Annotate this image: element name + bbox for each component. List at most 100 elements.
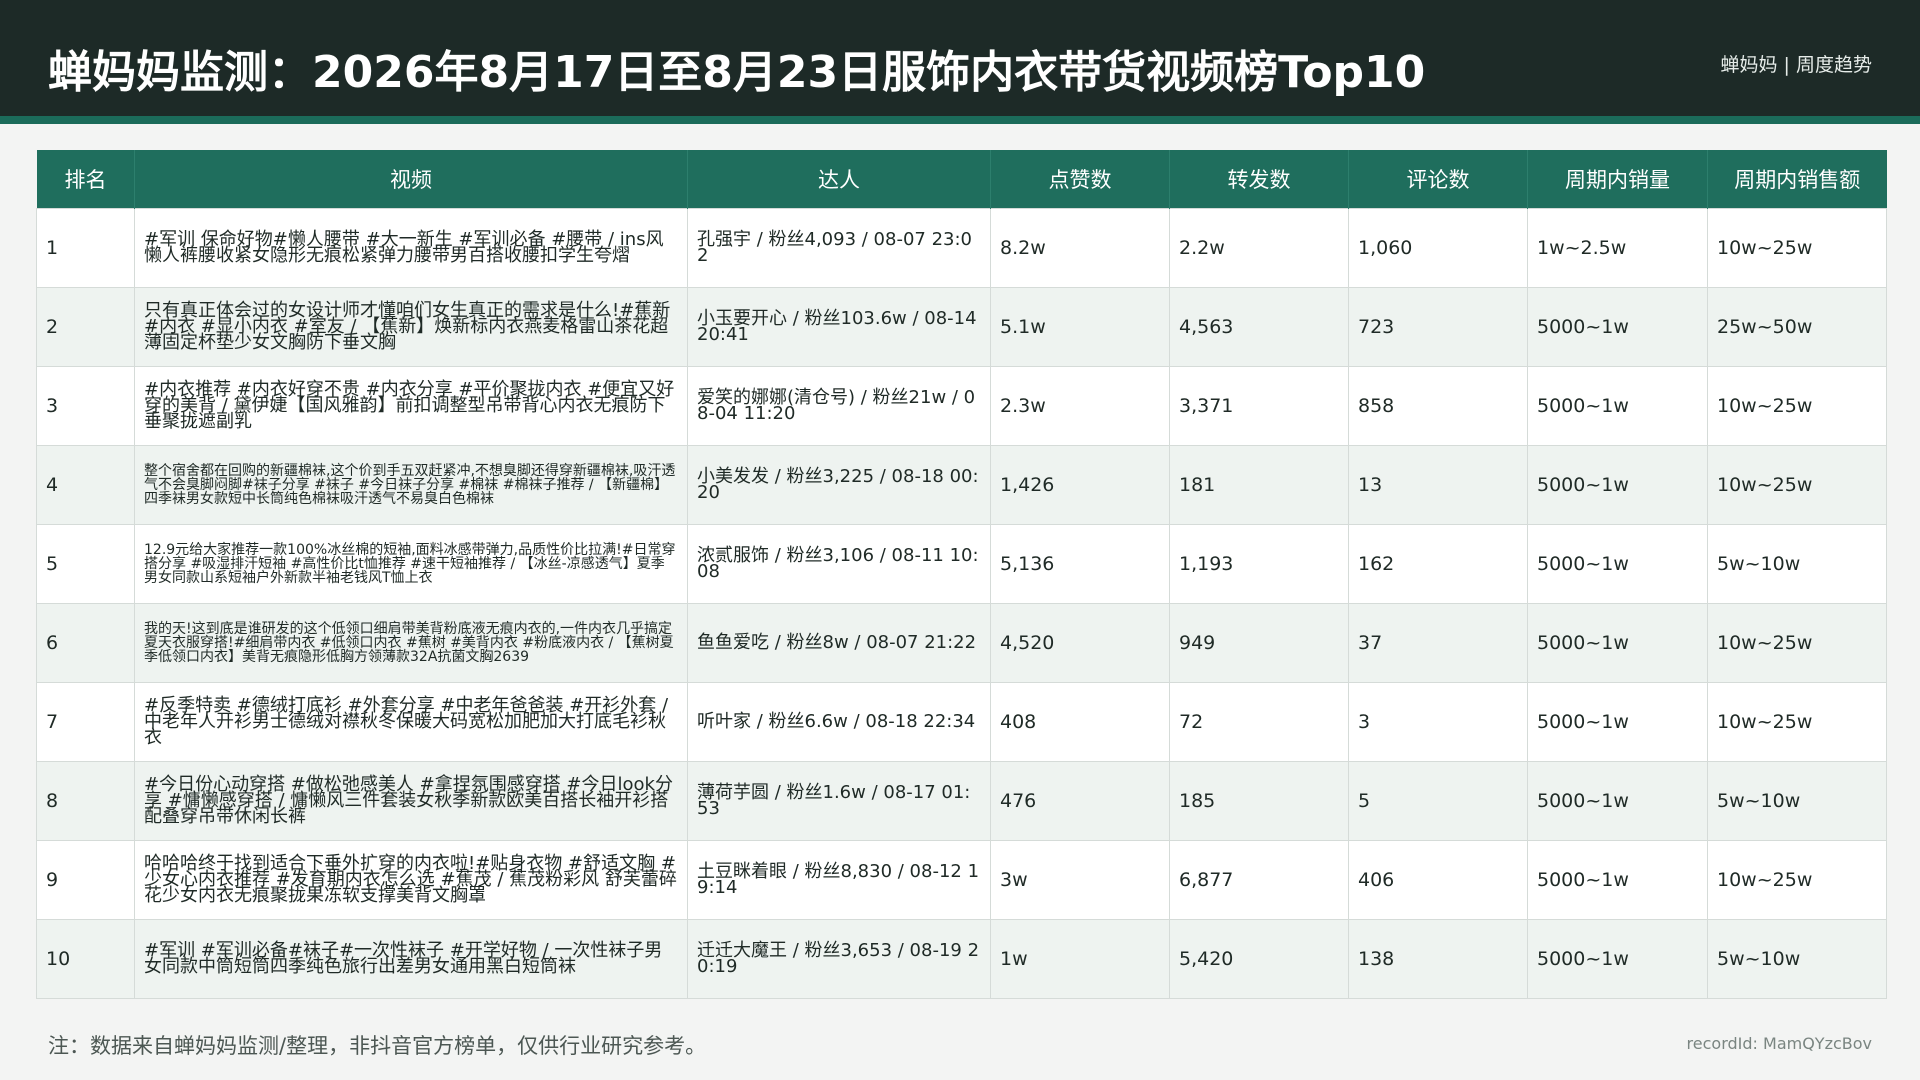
column-header-sales: 周期内销量 <box>1527 150 1708 208</box>
table-row: 10 #军训 #军训必备#袜子#一次性袜子 #开学好物 / 一次性袜子男女同款中… <box>36 918 1887 999</box>
likes-cell: 8.2w <box>990 207 1170 288</box>
comments-cell: 3 <box>1348 681 1528 762</box>
revenue-cell: 5w~10w <box>1707 760 1887 841</box>
shares-cell: 5,420 <box>1169 918 1349 999</box>
comments-cell: 37 <box>1348 602 1528 683</box>
video-title-cell[interactable]: 哈哈哈终于找到适合下垂外扩穿的内衣啦!#贴身衣物 #舒适文胸 #少女心内衣推荐 … <box>134 839 688 920</box>
sales-cell: 5000~1w <box>1527 918 1708 999</box>
revenue-cell: 10w~25w <box>1707 681 1887 762</box>
rank-cell: 6 <box>36 602 135 683</box>
rank-cell: 1 <box>36 207 135 288</box>
comments-cell: 5 <box>1348 760 1528 841</box>
sales-cell: 5000~1w <box>1527 681 1708 762</box>
column-header-shares: 转发数 <box>1169 150 1349 208</box>
comments-cell: 138 <box>1348 918 1528 999</box>
sales-cell: 1w~2.5w <box>1527 207 1708 288</box>
expert-cell[interactable]: 鱼鱼爱吃 / 粉丝8w / 08-07 21:22 <box>687 602 991 683</box>
revenue-cell: 10w~25w <box>1707 444 1887 525</box>
sales-cell: 5000~1w <box>1527 365 1708 446</box>
likes-cell: 4,520 <box>990 602 1170 683</box>
likes-cell: 1,426 <box>990 444 1170 525</box>
sales-cell: 5000~1w <box>1527 523 1708 604</box>
rank-cell: 3 <box>36 365 135 446</box>
video-title-cell[interactable]: 整个宿舍都在回购的新疆棉袜,这个价到手五双赶紧冲,不想臭脚还得穿新疆棉袜,吸汗透… <box>134 444 688 525</box>
comments-cell: 858 <box>1348 365 1528 446</box>
record-id: recordId: MamQYzcBov <box>1686 1034 1872 1053</box>
sales-cell: 5000~1w <box>1527 602 1708 683</box>
expert-cell[interactable]: 迁迁大魔王 / 粉丝3,653 / 08-19 20:19 <box>687 918 991 999</box>
rank-cell: 4 <box>36 444 135 525</box>
column-header-expert: 达人 <box>687 150 991 208</box>
video-title-cell[interactable]: #内衣推荐 #内衣好穿不贵 #内衣分享 #平价聚拢内衣 #便宜又好穿的美背 / … <box>134 365 688 446</box>
table-row: 6 我的天!这到底是谁研发的这个低领口细肩带美背粉底液无痕内衣的,一件内衣几乎搞… <box>36 602 1887 683</box>
column-header-video: 视频 <box>134 150 688 208</box>
expert-cell[interactable]: 孔强宇 / 粉丝4,093 / 08-07 23:02 <box>687 207 991 288</box>
revenue-cell: 5w~10w <box>1707 523 1887 604</box>
column-header-revenue: 周期内销售额 <box>1707 150 1887 208</box>
ranking-table: 排名 视频 达人 点赞数 转发数 评论数 周期内销量 周期内销售额 1 #军训 … <box>36 150 1887 999</box>
table-row: 7 #反季特卖 #德绒打底衫 #外套分享 #中老年爸爸装 #开衫外套 / 中老年… <box>36 681 1887 762</box>
likes-cell: 408 <box>990 681 1170 762</box>
likes-cell: 1w <box>990 918 1170 999</box>
video-title-cell[interactable]: 只有真正体会过的女设计师才懂咱们女生真正的需求是什么!#蕉新 #内衣 #显小内衣… <box>134 286 688 367</box>
likes-cell: 3w <box>990 839 1170 920</box>
shares-cell: 72 <box>1169 681 1349 762</box>
shares-cell: 185 <box>1169 760 1349 841</box>
video-title-cell[interactable]: #军训 #军训必备#袜子#一次性袜子 #开学好物 / 一次性袜子男女同款中筒短筒… <box>134 918 688 999</box>
table-header-row: 排名 视频 达人 点赞数 转发数 评论数 周期内销量 周期内销售额 <box>36 150 1887 208</box>
sales-cell: 5000~1w <box>1527 444 1708 525</box>
rank-cell: 9 <box>36 839 135 920</box>
sales-cell: 5000~1w <box>1527 760 1708 841</box>
expert-cell[interactable]: 土豆眯着眼 / 粉丝8,830 / 08-12 19:14 <box>687 839 991 920</box>
sales-cell: 5000~1w <box>1527 839 1708 920</box>
expert-cell[interactable]: 浓贰服饰 / 粉丝3,106 / 08-11 10:08 <box>687 523 991 604</box>
rank-cell: 2 <box>36 286 135 367</box>
rank-cell: 5 <box>36 523 135 604</box>
comments-cell: 13 <box>1348 444 1528 525</box>
sales-cell: 5000~1w <box>1527 286 1708 367</box>
header-bar: 蝉妈妈监测：2026年8月17日至8月23日服饰内衣带货视频榜Top10 蝉妈妈… <box>0 0 1920 116</box>
shares-cell: 3,371 <box>1169 365 1349 446</box>
video-title-cell[interactable]: 我的天!这到底是谁研发的这个低领口细肩带美背粉底液无痕内衣的,一件内衣几乎搞定夏… <box>134 602 688 683</box>
revenue-cell: 25w~50w <box>1707 286 1887 367</box>
shares-cell: 4,563 <box>1169 286 1349 367</box>
video-title-cell[interactable]: #反季特卖 #德绒打底衫 #外套分享 #中老年爸爸装 #开衫外套 / 中老年人开… <box>134 681 688 762</box>
page-title: 蝉妈妈监测：2026年8月17日至8月23日服饰内衣带货视频榜Top10 <box>48 47 1426 98</box>
revenue-cell: 10w~25w <box>1707 602 1887 683</box>
expert-cell[interactable]: 小玉要开心 / 粉丝103.6w / 08-14 20:41 <box>687 286 991 367</box>
likes-cell: 5,136 <box>990 523 1170 604</box>
header-accent-stripe <box>0 116 1920 124</box>
expert-cell[interactable]: 爱笑的娜娜(清仓号) / 粉丝21w / 08-04 11:20 <box>687 365 991 446</box>
revenue-cell: 10w~25w <box>1707 207 1887 288</box>
comments-cell: 406 <box>1348 839 1528 920</box>
footer-note: 注：数据来自蝉妈妈监测/整理，非抖音官方榜单，仅供行业研究参考。 <box>48 1034 707 1058</box>
likes-cell: 5.1w <box>990 286 1170 367</box>
brand-label: 蝉妈妈 | 周度趋势 <box>1720 54 1872 76</box>
shares-cell: 6,877 <box>1169 839 1349 920</box>
comments-cell: 1,060 <box>1348 207 1528 288</box>
shares-cell: 1,193 <box>1169 523 1349 604</box>
shares-cell: 181 <box>1169 444 1349 525</box>
likes-cell: 2.3w <box>990 365 1170 446</box>
expert-cell[interactable]: 听叶家 / 粉丝6.6w / 08-18 22:34 <box>687 681 991 762</box>
table-row: 8 #今日份心动穿搭 #做松弛感美人 #拿捏氛围感穿搭 #今日look分享 #慵… <box>36 760 1887 841</box>
column-header-rank: 排名 <box>36 150 135 208</box>
revenue-cell: 10w~25w <box>1707 839 1887 920</box>
table-row: 2 只有真正体会过的女设计师才懂咱们女生真正的需求是什么!#蕉新 #内衣 #显小… <box>36 286 1887 367</box>
comments-cell: 162 <box>1348 523 1528 604</box>
comments-cell: 723 <box>1348 286 1528 367</box>
column-header-comments: 评论数 <box>1348 150 1528 208</box>
table-row: 3 #内衣推荐 #内衣好穿不贵 #内衣分享 #平价聚拢内衣 #便宜又好穿的美背 … <box>36 365 1887 446</box>
likes-cell: 476 <box>990 760 1170 841</box>
video-title-cell[interactable]: #今日份心动穿搭 #做松弛感美人 #拿捏氛围感穿搭 #今日look分享 #慵懒感… <box>134 760 688 841</box>
expert-cell[interactable]: 薄荷芋圆 / 粉丝1.6w / 08-17 01:53 <box>687 760 991 841</box>
expert-cell[interactable]: 小美发发 / 粉丝3,225 / 08-18 00:20 <box>687 444 991 525</box>
table-row: 4 整个宿舍都在回购的新疆棉袜,这个价到手五双赶紧冲,不想臭脚还得穿新疆棉袜,吸… <box>36 444 1887 525</box>
rank-cell: 7 <box>36 681 135 762</box>
video-title-cell[interactable]: 12.9元给大家推荐一款100%冰丝棉的短袖,面料冰感带弹力,品质性价比拉满!#… <box>134 523 688 604</box>
shares-cell: 949 <box>1169 602 1349 683</box>
video-title-cell[interactable]: #军训 保命好物#懒人腰带 #大一新生 #军训必备 #腰带 / ins风懒人裤腰… <box>134 207 688 288</box>
revenue-cell: 10w~25w <box>1707 365 1887 446</box>
rank-cell: 10 <box>36 918 135 999</box>
column-header-likes: 点赞数 <box>990 150 1170 208</box>
